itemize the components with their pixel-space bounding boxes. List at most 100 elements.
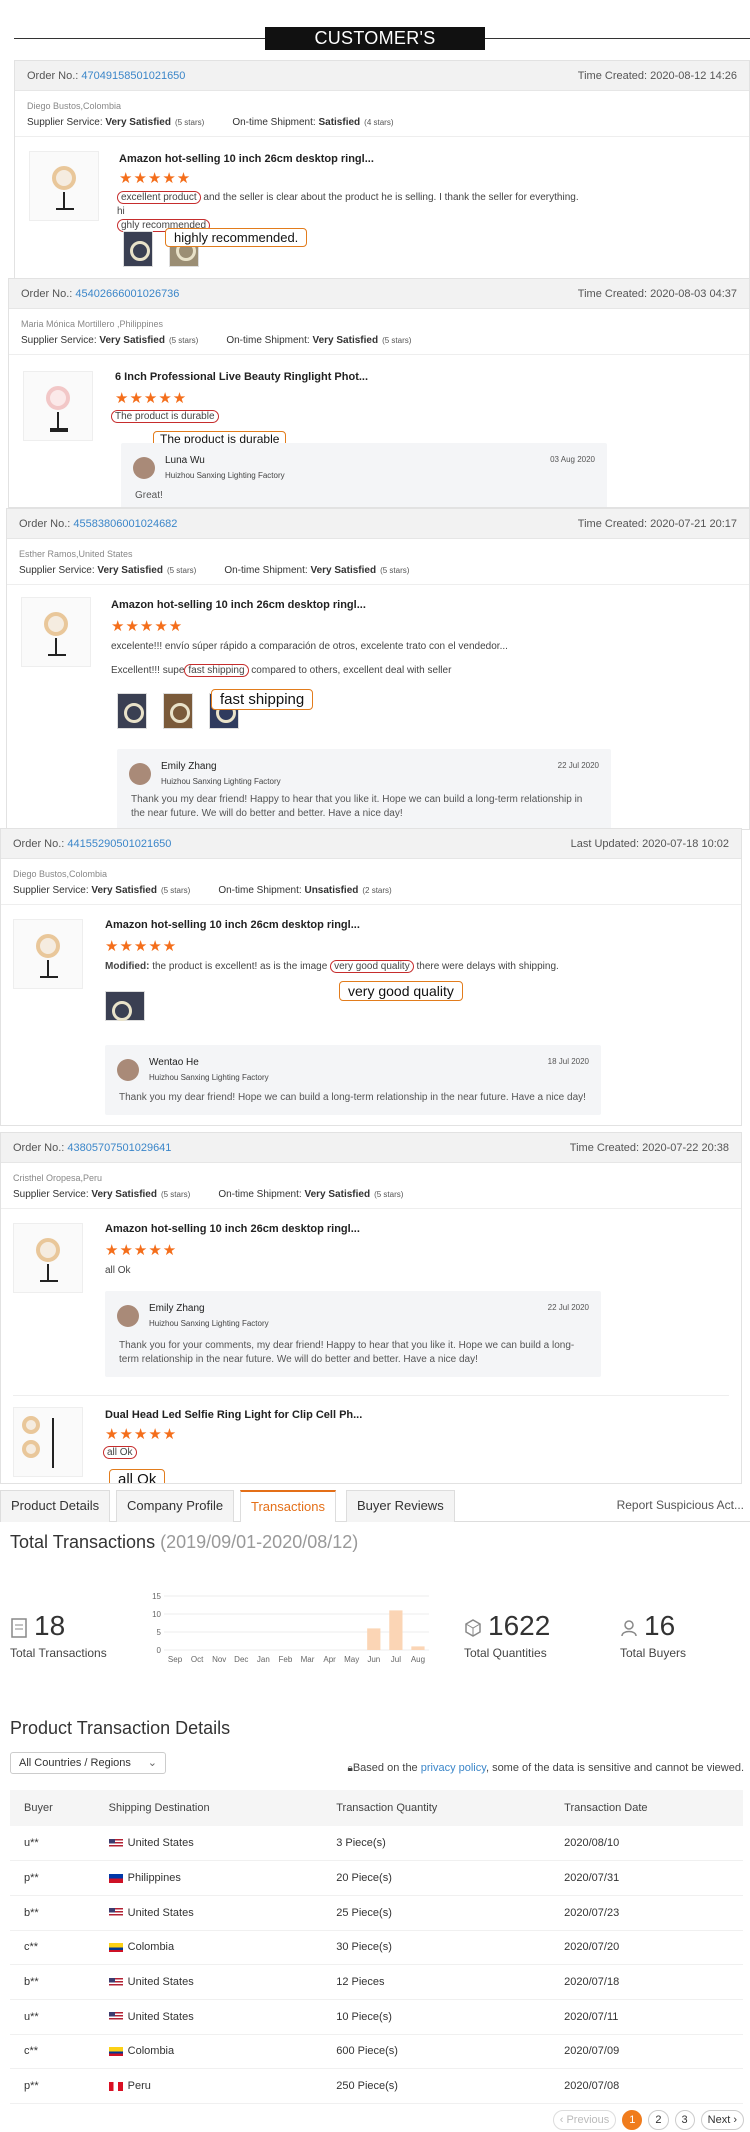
review-text: Excellent!!! supe fast shipping compared … xyxy=(111,664,451,677)
supplier-stars: (5 stars) xyxy=(160,1190,191,1199)
shipment-stars: (5 stars) xyxy=(374,1190,404,1199)
pagination: ‹ Previous 1 2 3 Next › xyxy=(552,2110,744,2130)
date-cell: 2020/07/18 xyxy=(550,1964,743,2000)
rating-stars: ★★★★★ xyxy=(105,1426,178,1443)
product-thumbnail[interactable] xyxy=(13,1407,83,1477)
monthly-transactions-chart: 15 10 5 0 Sep Oct Nov Dec Jan Feb Mar Apr May Jun Jul A… xyxy=(152,1592,429,1664)
rating-stars: ★★★★★ xyxy=(111,618,184,635)
country-filter-select[interactable]: All Countries / Regions ⌄ xyxy=(10,1752,166,1774)
order-number-link[interactable]: 45402666001026736 xyxy=(75,288,179,300)
highlight-mark: fast shipping xyxy=(184,664,249,677)
highlight-mark: very good quality xyxy=(330,960,414,973)
product-name[interactable]: Amazon hot-selling 10 inch 26cm desktop … xyxy=(105,919,360,931)
annotation-callout: very good quality xyxy=(339,981,463,1001)
product-name[interactable]: Amazon hot-selling 10 inch 26cm desktop … xyxy=(105,1223,360,1235)
period-text: (2019/09/01-2020/08/12) xyxy=(160,1532,359,1552)
rating-stars: ★★★★★ xyxy=(105,938,178,955)
supplier-rating: Very Satisfied xyxy=(91,1189,157,1200)
shipment-rating: Satisfied xyxy=(318,117,361,128)
product-name[interactable]: 6 Inch Professional Live Beauty Ringligh… xyxy=(115,371,368,383)
review-text: all Ok xyxy=(103,1446,137,1459)
x-tick-label: Feb xyxy=(279,1655,293,1664)
product-thumbnail[interactable] xyxy=(23,371,93,441)
review-card: Order No.: 43805707501029641 Time Create… xyxy=(0,1132,742,1484)
buyer-cell: u** xyxy=(10,1826,95,1862)
report-suspicious-link[interactable]: Report Suspicious Act... xyxy=(617,1498,744,1512)
review-card: Order No.: 44155290501021650 Last Update… xyxy=(0,828,742,1126)
quantity-cell: 250 Piece(s) xyxy=(322,2068,551,2104)
product-thumbnail[interactable] xyxy=(21,597,91,667)
product-thumbnail[interactable] xyxy=(13,1223,83,1293)
product-name[interactable]: Amazon hot-selling 10 inch 26cm desktop … xyxy=(119,153,374,165)
order-number-link[interactable]: 44155290501021650 xyxy=(67,838,171,850)
x-tick-label: Aug xyxy=(411,1655,425,1664)
date-cell: 2020/07/11 xyxy=(550,1999,743,2035)
order-time: Time Created: 2020-08-12 14:26 xyxy=(577,69,737,82)
order-label: Order No.: xyxy=(21,287,73,300)
shipment-label: On-time Shipment: xyxy=(218,885,302,896)
order-number-link[interactable]: 47049158501021650 xyxy=(81,70,185,82)
product-thumbnail[interactable] xyxy=(13,919,83,989)
destination-text: United States xyxy=(127,2010,194,2023)
review-photo[interactable] xyxy=(123,231,153,267)
x-tick-label: Mar xyxy=(301,1655,315,1664)
privacy-suffix: , some of the data is sensitive and cann… xyxy=(485,1762,744,1774)
service-ratings: Supplier Service: Very Satisfied (5 stars… xyxy=(13,885,729,896)
col-destination: Shipping Destination xyxy=(94,1790,323,1826)
shipment-rating: Very Satisfied xyxy=(304,1189,371,1200)
x-tick-label: May xyxy=(344,1655,359,1664)
divider xyxy=(15,136,749,137)
total-quantities-value: 1622 xyxy=(488,1610,551,1641)
tab-transactions[interactable]: Transactions xyxy=(240,1490,336,1522)
reply-date: 22 Jul 2020 xyxy=(557,761,599,770)
order-number-link[interactable]: 43805707501029641 xyxy=(67,1142,171,1154)
tab-buyer-reviews[interactable]: Buyer Reviews xyxy=(346,1490,455,1522)
table-row: c** Colombia 600 Piece(s) 2020/07/09 xyxy=(10,2034,743,2070)
review-photo[interactable] xyxy=(117,693,147,729)
filter-value: All Countries / Regions xyxy=(19,1757,131,1769)
chevron-down-icon: ⌄ xyxy=(147,1757,157,1769)
date-cell: 2020/07/08 xyxy=(550,2068,743,2104)
flag-icon xyxy=(108,1943,123,1952)
destination-cell: Philippines xyxy=(94,1860,323,1896)
reply-text: Thank you for your comments, my dear fri… xyxy=(119,1340,575,1365)
product-name[interactable]: Dual Head Led Selfie Ring Light for Clip… xyxy=(105,1409,362,1421)
buyer-name: Maria Mónica Mortillero ,Philippines xyxy=(21,319,164,329)
reply-date: 18 Jul 2020 xyxy=(547,1057,589,1066)
buyer-cell: b** xyxy=(10,1895,95,1931)
review-photo[interactable] xyxy=(163,693,193,729)
privacy-policy-link[interactable]: privacy policy xyxy=(421,1762,486,1774)
transactions-table: Buyer Shipping Destination Transaction Q… xyxy=(10,1790,743,2104)
reply-date: 03 Aug 2020 xyxy=(550,455,595,464)
next-page-button[interactable]: Next › xyxy=(700,2110,744,2130)
flag-icon xyxy=(108,1908,123,1918)
flag-icon xyxy=(108,2012,123,2022)
order-header: Order No.: 47049158501021650 Time Create… xyxy=(15,61,749,91)
supplier-label: Supplier Service: xyxy=(19,565,95,576)
date-cell: 2020/08/10 xyxy=(550,1826,743,1862)
prev-page-button[interactable]: ‹ Previous xyxy=(552,2110,617,2130)
table-row: p** Philippines 20 Piece(s) 2020/07/31 xyxy=(10,1860,743,1896)
page-2-button[interactable]: 2 xyxy=(648,2110,669,2130)
avatar xyxy=(129,763,151,785)
page-1-button[interactable]: 1 xyxy=(622,2110,643,2130)
order-number-link[interactable]: 45583806001024682 xyxy=(73,518,177,530)
page-3-button[interactable]: 3 xyxy=(674,2110,695,2130)
title-text: Total Transactions xyxy=(10,1532,156,1552)
date-cell: 2020/07/23 xyxy=(550,1895,743,1931)
banner-title: CUSTOMER'S FEEDBACK xyxy=(265,27,485,71)
total-buyers-value: 16 xyxy=(644,1610,676,1641)
seller-reply: Emily Zhang Huizhou Sanxing Lighting Fac… xyxy=(105,1291,601,1377)
total-transactions-value: 18 xyxy=(34,1610,66,1641)
order-label: Order No.: xyxy=(19,517,71,530)
product-name[interactable]: Amazon hot-selling 10 inch 26cm desktop … xyxy=(111,599,366,611)
buyer-cell: b** xyxy=(10,1964,95,2000)
rating-stars: ★★★★★ xyxy=(115,390,188,407)
tab-company-profile[interactable]: Company Profile xyxy=(116,1490,235,1522)
tab-product-details[interactable]: Product Details xyxy=(0,1490,111,1522)
product-thumbnail[interactable] xyxy=(29,151,99,221)
annotation-callout: fast shipping xyxy=(211,689,314,710)
reply-text: Great! xyxy=(135,490,163,501)
review-photo[interactable] xyxy=(105,991,145,1021)
stat-transactions: 18 Total Transactions xyxy=(10,1610,107,1660)
